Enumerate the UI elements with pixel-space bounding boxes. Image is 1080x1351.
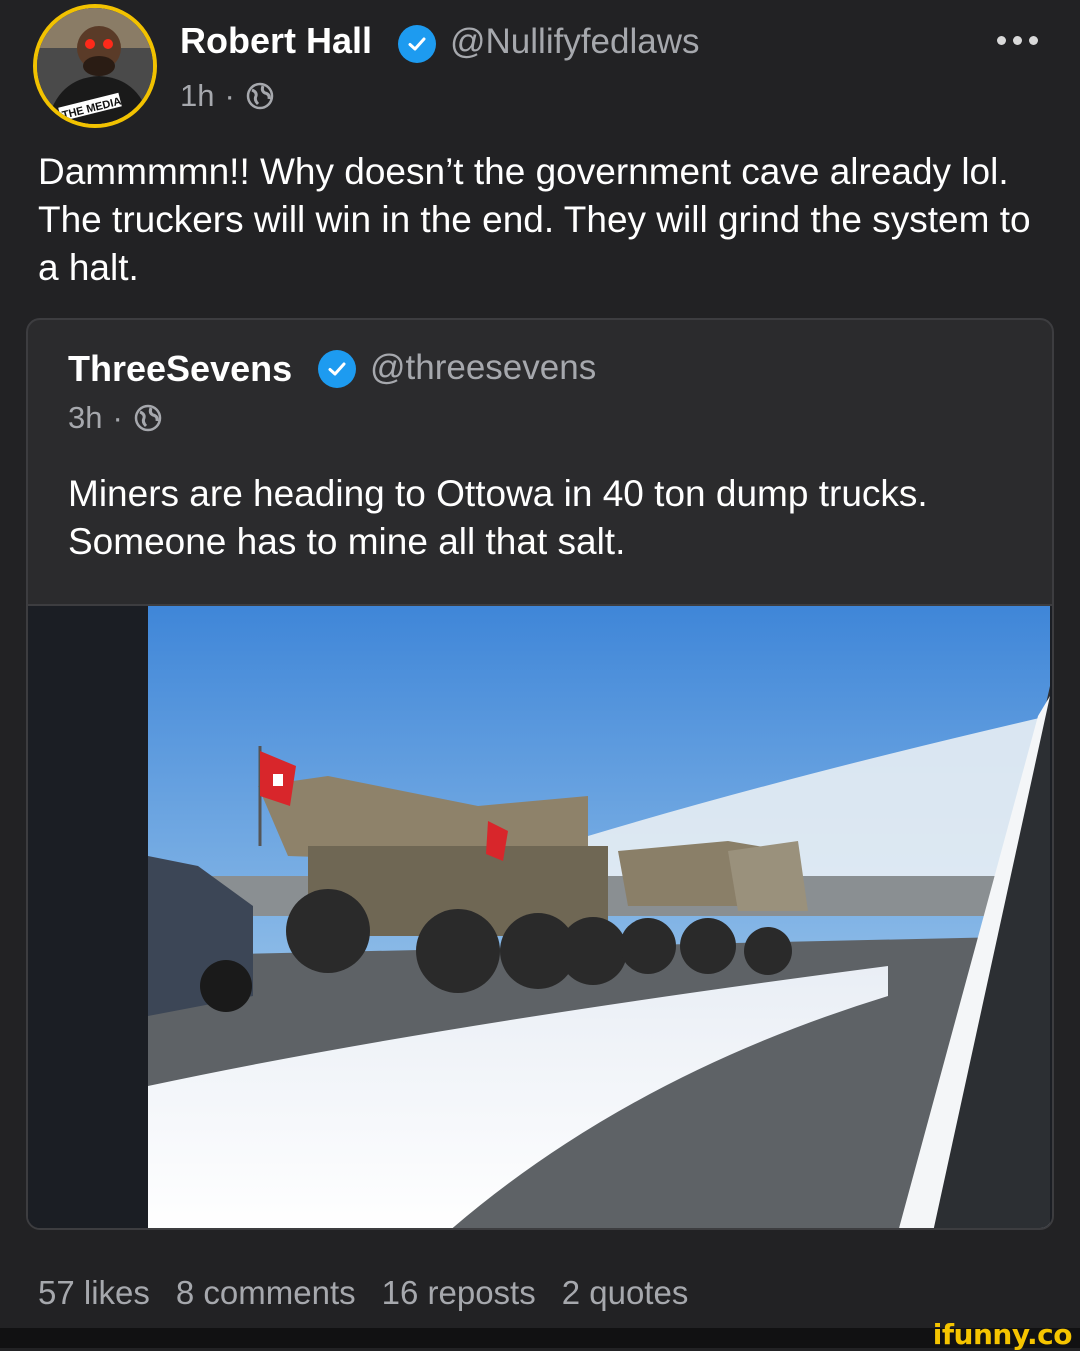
- reposts-count[interactable]: 16 reposts: [382, 1274, 536, 1312]
- more-options-icon[interactable]: [997, 36, 1038, 45]
- quote-text: Miners are heading to Ottowa in 40 ton d…: [68, 473, 928, 562]
- dump-trucks-photo: [28, 606, 1050, 1228]
- quote-author-handle[interactable]: @threesevens: [370, 348, 596, 388]
- avatar-image: THE MEDIA: [37, 8, 153, 124]
- quote-meta: 3h ·: [68, 400, 163, 436]
- meta-separator: ·: [112, 400, 123, 435]
- quoted-post-card[interactable]: ThreeSevens @threesevens 3h · Miners are…: [26, 318, 1054, 1230]
- post-meta: 1h ·: [180, 78, 275, 114]
- verified-badge-icon: [318, 350, 356, 388]
- engagement-stats: 57 likes 8 comments 16 reposts 2 quotes: [38, 1274, 688, 1312]
- meta-separator: ·: [224, 78, 235, 113]
- globe-icon: [134, 404, 162, 432]
- author-handle[interactable]: @Nullifyfedlaws: [450, 22, 700, 62]
- verified-badge-icon: [398, 25, 436, 63]
- ifunny-watermark: ifunny.co: [932, 1318, 1073, 1351]
- post-time[interactable]: 1h: [180, 78, 214, 114]
- quotes-count[interactable]: 2 quotes: [562, 1274, 689, 1312]
- quote-author-name[interactable]: ThreeSevens: [68, 348, 292, 390]
- author-avatar[interactable]: THE MEDIA: [33, 4, 157, 128]
- author-name[interactable]: Robert Hall: [180, 20, 372, 62]
- comments-count[interactable]: 8 comments: [176, 1274, 356, 1312]
- footer-bar: [0, 1328, 1080, 1348]
- likes-count[interactable]: 57 likes: [38, 1274, 150, 1312]
- post-text: Dammmmn!! Why doesn’t the government cav…: [38, 151, 1031, 288]
- quote-time[interactable]: 3h: [68, 400, 102, 436]
- quote-media-video[interactable]: [28, 604, 1052, 1228]
- globe-icon: [246, 82, 274, 110]
